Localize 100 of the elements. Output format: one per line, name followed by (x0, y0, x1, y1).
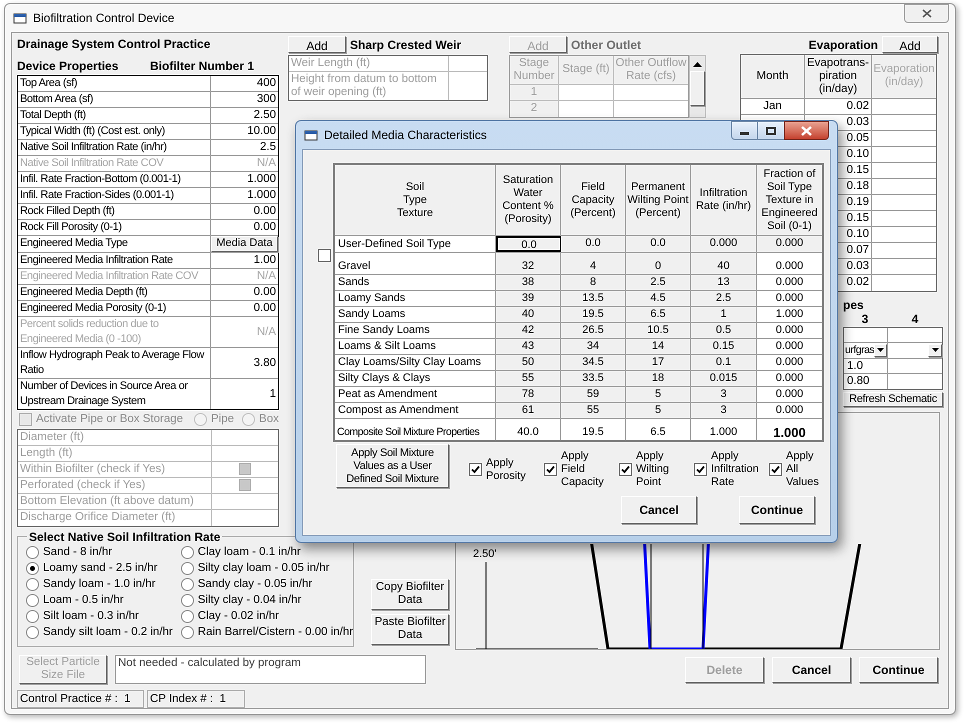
property-value[interactable]: 1 (211, 378, 278, 409)
property-value[interactable]: 400 (211, 76, 278, 91)
dropdown[interactable]: urfgras (844, 342, 888, 358)
composite-label: Composite Soil Mixture Properties (335, 419, 496, 440)
radio-button[interactable] (180, 610, 194, 624)
value-cell: 17 (626, 355, 691, 370)
radio-label: Sand - 8 in/hr (43, 547, 112, 559)
user-defined-checkbox[interactable] (318, 249, 331, 262)
property-value[interactable]: 0.00 (211, 220, 278, 235)
radio-button[interactable] (26, 562, 39, 576)
property-label: Rock Fill Porosity (0-1) (18, 220, 211, 235)
property-value[interactable]: 2.50 (211, 108, 278, 123)
radio-button[interactable] (180, 546, 194, 560)
action-button[interactable]: Continue (859, 656, 938, 683)
property-label: Percent solids reduction due to Engineered Media (0 -100) (18, 316, 211, 347)
type-value[interactable]: 0.80 (844, 374, 888, 389)
media-data-button[interactable]: Media Data (211, 236, 278, 252)
add-button[interactable]: Add (288, 36, 346, 54)
checkmark-icon (471, 465, 480, 474)
radio-label: Silty clay loam - 0.05 in/hr (198, 563, 330, 575)
radio-button[interactable] (26, 610, 39, 624)
add-button[interactable]: Add (882, 36, 938, 54)
checkmark-icon (696, 465, 705, 474)
checkbox-label: Apply Infiltration Rate (711, 450, 760, 489)
apply-checkbox[interactable] (469, 463, 482, 476)
property-label: Engineered Media Porosity (0-1) (18, 300, 211, 316)
value-cell: 59 (561, 387, 626, 402)
property-label: Infil. Rate Fraction-Sides (0.001-1) (18, 188, 211, 203)
copy-data-button[interactable]: Copy Biofilter Data (371, 578, 450, 610)
stage-number: 1 (510, 84, 559, 100)
scroll-up-icon[interactable] (693, 60, 702, 67)
property-value[interactable]: 1.000 (211, 188, 278, 203)
column-header: 4 (910, 312, 920, 326)
property-value[interactable]: 1.000 (211, 172, 278, 187)
value-cell: 0.5 (691, 323, 757, 338)
maximize-button[interactable] (758, 121, 784, 140)
value-cell[interactable]: 0.0 (626, 236, 691, 252)
value-cell: 61 (496, 403, 561, 418)
pipe-field-label: Within Biofilter (check if Yes) (18, 462, 212, 477)
month-cell: Jan (741, 98, 805, 114)
property-value[interactable]: 10.00 (211, 124, 278, 139)
dialog-button[interactable]: Continue (739, 496, 815, 524)
radio-label: Sandy silt loam - 0.2 in/hr (43, 627, 173, 639)
checkbox-label: Apply Field Capacity (561, 450, 605, 489)
checkbox-label: Apply Wilting Point (636, 450, 670, 489)
apply-checkbox[interactable] (619, 463, 632, 476)
pipe-field-label: Diameter (ft) (18, 430, 212, 445)
minimize-button[interactable] (731, 121, 758, 140)
property-value[interactable]: 1.00 (211, 252, 278, 268)
refresh-schematic-button[interactable]: Refresh Schematic (843, 392, 943, 407)
value-cell[interactable]: 0.0 (496, 236, 561, 252)
radio-button[interactable] (180, 594, 194, 608)
group-title: Select Native Soil Infiltration Rate (28, 528, 222, 546)
section-title: Evaporation (808, 36, 878, 54)
property-label: Top Area (sf) (18, 76, 211, 91)
radio-button[interactable] (26, 626, 39, 640)
value-cell-text: 0.000 (774, 339, 804, 354)
column-header: Other Outflow Rate (cfs) (614, 56, 688, 84)
scrollbar[interactable] (689, 54, 706, 118)
radio-label: Box (259, 412, 279, 428)
radio-button[interactable] (26, 594, 39, 608)
window-icon (304, 129, 318, 141)
evapotranspiration-cell[interactable]: 0.02 (805, 98, 872, 114)
close-icon (801, 126, 812, 136)
value-cell: 13 (691, 275, 757, 290)
close-button[interactable] (784, 121, 829, 140)
close-button[interactable] (904, 4, 949, 23)
apply-checkbox[interactable] (694, 463, 707, 476)
property-value[interactable]: 3.80 (211, 348, 278, 378)
apply-checkbox[interactable] (544, 463, 557, 476)
apply-mixture-button[interactable]: Apply Soil Mixture Values as a User Defined Soil Mixture (336, 444, 449, 488)
radio-button[interactable] (26, 546, 39, 560)
value-cell[interactable]: 0.000 (691, 236, 757, 252)
radio-button[interactable] (180, 578, 194, 592)
property-value[interactable]: 300 (211, 92, 278, 107)
type-value[interactable]: 1.0 (844, 358, 888, 373)
property-label: Total Depth (ft) (18, 108, 211, 123)
radio-button[interactable] (26, 578, 39, 592)
property-value[interactable]: 0.00 (211, 300, 278, 316)
composite-value: 6.5 (626, 419, 691, 440)
value-cell[interactable]: 0.0 (561, 236, 626, 252)
property-label: Rock Filled Depth (ft) (18, 204, 211, 219)
property-label: Number of Devices in Source Area or Upstream Drainage System (18, 378, 211, 409)
property-value[interactable]: 2.5 (211, 140, 278, 155)
action-button[interactable]: Cancel (772, 656, 851, 683)
dropdown-arrow-icon (877, 348, 884, 352)
apply-checkbox[interactable] (769, 463, 782, 476)
value-cell-text: 0.000 (774, 371, 804, 386)
property-value[interactable]: 0.00 (211, 284, 278, 300)
property-value[interactable]: 0.00 (211, 204, 278, 219)
minimize-icon (740, 132, 749, 134)
value-cell: 14 (626, 339, 691, 354)
radio-button[interactable] (180, 626, 194, 640)
note-field[interactable]: Not needed - calculated by program (115, 654, 426, 684)
radio-label: Sandy clay - 0.05 in/hr (198, 579, 312, 591)
paste-data-button[interactable]: Paste Biofilter Data (371, 614, 450, 645)
value-cell: 34.5 (561, 355, 626, 370)
radio-button[interactable] (180, 562, 194, 576)
column-header: Stage Number (510, 56, 559, 84)
dialog-button[interactable]: Cancel (621, 496, 697, 524)
